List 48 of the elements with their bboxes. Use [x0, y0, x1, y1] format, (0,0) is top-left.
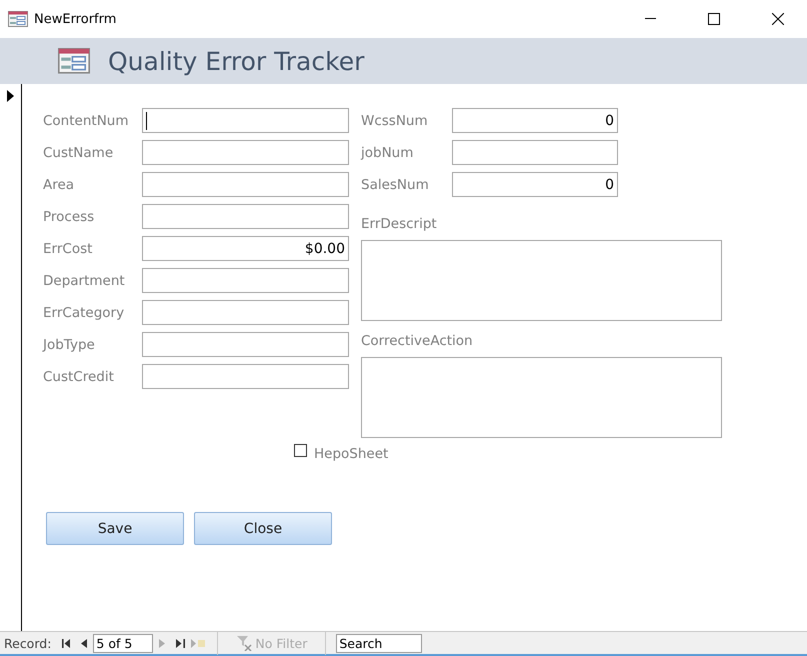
form-title: Quality Error Tracker — [108, 46, 364, 76]
first-record-icon — [62, 638, 71, 648]
field-label: WcssNum — [361, 112, 428, 128]
field-label: Department — [43, 272, 125, 288]
field-label: CustCredit — [43, 368, 114, 384]
maximize-icon — [708, 13, 720, 25]
input-field[interactable] — [142, 364, 349, 389]
field-label: CorrectiveAction — [361, 333, 474, 349]
input-field[interactable]: $0.00 — [142, 236, 349, 261]
field-label: ErrCost — [43, 240, 92, 256]
field-label: jobNum — [361, 144, 414, 160]
close-icon — [772, 13, 784, 25]
input-field[interactable] — [452, 140, 618, 165]
input-field[interactable] — [142, 300, 349, 325]
field-label: CustName — [43, 144, 114, 160]
form-button[interactable]: Close — [194, 512, 332, 545]
field-label: ErrCategory — [43, 304, 124, 320]
form-icon — [58, 48, 90, 74]
input-field[interactable] — [142, 108, 349, 133]
input-field[interactable] — [142, 332, 349, 357]
checkbox[interactable] — [294, 444, 307, 456]
field-label: SalesNum — [361, 176, 429, 192]
form-button[interactable]: Save — [46, 512, 184, 545]
record-number-field[interactable]: 5 of 5 — [93, 634, 154, 652]
checkbox-label: HepoSheet — [314, 446, 388, 462]
input-field[interactable] — [142, 268, 349, 293]
record-label: Record: — [4, 636, 52, 650]
last-record-icon — [176, 638, 185, 648]
new-record-icon — [191, 638, 206, 648]
search-field[interactable]: Search — [336, 634, 422, 652]
input-field[interactable]: 0 — [452, 172, 618, 197]
filter-icon — [236, 635, 252, 651]
memo-field[interactable] — [361, 240, 722, 321]
input-field[interactable] — [142, 172, 349, 197]
input-field[interactable] — [142, 204, 349, 229]
field-label: Process — [43, 208, 94, 224]
input-field[interactable] — [142, 140, 349, 165]
form-icon — [8, 11, 28, 27]
input-field[interactable]: 0 — [452, 108, 618, 133]
field-label: ErrDescript — [361, 216, 438, 232]
window-title: NewErrorfrm — [34, 12, 118, 26]
memo-field[interactable] — [361, 357, 722, 438]
field-label: ContentNum — [43, 112, 128, 128]
field-label: JobType — [43, 336, 95, 352]
previous-record-icon — [81, 638, 88, 648]
field-label: Area — [43, 176, 74, 192]
next-record-icon — [159, 638, 166, 648]
minimize-icon — [644, 18, 656, 20]
